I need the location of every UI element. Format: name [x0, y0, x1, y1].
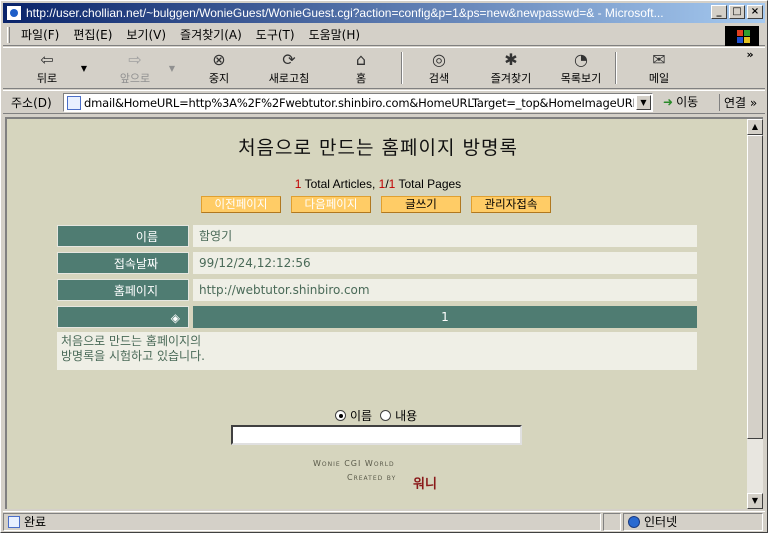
page-title: 처음으로 만드는 홈페이지 방명록: [238, 137, 518, 159]
admin-login-button[interactable]: 관리자접속: [471, 196, 551, 213]
scroll-down-icon[interactable]: ▼: [747, 493, 763, 509]
search-button[interactable]: ◎ 검색: [409, 50, 469, 88]
page-done-icon: [8, 515, 20, 528]
refresh-icon: ⟳: [282, 50, 296, 69]
menu-bar: 파일(F) 편집(E) 보기(V) 즐겨찾기(A) 도구(T) 도움말(H): [3, 24, 765, 46]
name-label: 이름: [57, 225, 189, 247]
forward-arrow-icon: ⇨: [128, 50, 142, 69]
search-by-name-radio[interactable]: [335, 410, 346, 421]
menu-file[interactable]: 파일(F): [14, 26, 66, 43]
entry-marker-icon: ◈: [57, 306, 189, 328]
address-bar: 주소(D) dmail&HomeURL=http%3A%2F%2Fwebtuto…: [3, 90, 765, 114]
vertical-scrollbar[interactable]: ▲ ▼: [747, 117, 763, 509]
guestbook-nav: 이전페이지 다음페이지 글쓰기 관리자접속: [201, 196, 551, 213]
toolbar-separator: [615, 52, 617, 84]
go-arrow-icon: ➜: [663, 94, 674, 109]
write-button[interactable]: 글쓰기: [381, 196, 461, 213]
mail-icon: ✉: [652, 50, 666, 69]
footer-created-by: Created by: [347, 473, 397, 482]
homepage-label: 홈페이지: [57, 279, 189, 301]
page-content: 처음으로 만드는 홈페이지 방명록 1 Total Articles, 1/1 …: [5, 117, 747, 509]
entry-homepage-row: 홈페이지 http://webtutor.shinbiro.com: [57, 279, 697, 301]
date-value: 99/12/24,12:12:56: [193, 252, 697, 274]
zone-text: 인터넷: [644, 515, 678, 529]
favorites-icon: ✱: [504, 50, 518, 69]
menu-help[interactable]: 도움말(H): [302, 26, 368, 43]
ie-icon: [6, 5, 22, 21]
footer-credit: Wonie CGI World: [313, 459, 395, 468]
status-cell: [603, 512, 621, 531]
stop-icon: ⊗: [212, 50, 226, 69]
favorites-button[interactable]: ✱ 즐겨찾기: [481, 50, 541, 88]
toolbar: ⇦ 뒤로 ▼ ⇨ 앞으로 ▼ ⊗ 중지 ⟳ 새로고침 ⌂ 홈 ◎ 검색 ✱ 즐겨…: [3, 47, 765, 89]
minimize-button[interactable]: _: [711, 5, 727, 19]
scroll-up-icon[interactable]: ▲: [747, 119, 763, 135]
menu-edit[interactable]: 편집(E): [66, 26, 119, 43]
address-url[interactable]: dmail&HomeURL=http%3A%2F%2Fwebtutor.shin…: [84, 96, 634, 110]
article-counts: 1 Total Articles, 1/1 Total Pages: [294, 177, 462, 191]
search-icon: ◎: [432, 50, 446, 69]
windows-logo-icon: [725, 26, 759, 46]
window-title: http://user.chollian.net/~bulggen/WonieG…: [26, 6, 664, 20]
date-label: 접속날짜: [57, 252, 189, 274]
address-dropdown-icon[interactable]: ▼: [636, 95, 651, 110]
menu-tools[interactable]: 도구(T): [249, 26, 302, 43]
footer-author: 워니: [413, 477, 437, 492]
homepage-link[interactable]: http://webtutor.shinbiro.com: [193, 279, 697, 301]
forward-button[interactable]: ⇨ 앞으로: [105, 50, 165, 88]
internet-globe-icon: [628, 515, 640, 528]
search-by-content-label[interactable]: 내용: [395, 407, 417, 424]
maximize-button[interactable]: □: [729, 5, 745, 19]
home-icon: ⌂: [355, 50, 367, 69]
status-text: 완료: [24, 515, 47, 529]
home-button[interactable]: ⌂ 홈: [331, 50, 391, 88]
page-icon: [67, 95, 81, 110]
entry-date-row: 접속날짜 99/12/24,12:12:56: [57, 252, 697, 274]
status-main: 완료: [3, 512, 601, 531]
address-label: 주소(D): [11, 95, 52, 110]
address-input[interactable]: dmail&HomeURL=http%3A%2F%2Fwebtutor.shin…: [63, 93, 653, 112]
refresh-button[interactable]: ⟳ 새로고침: [259, 50, 319, 88]
search-by-content-radio[interactable]: [380, 410, 392, 421]
toolbar-separator: [401, 52, 403, 84]
search-options: 이름 내용: [335, 407, 417, 424]
back-button[interactable]: ⇦ 뒤로: [17, 50, 77, 88]
links-chevron-icon: »: [749, 96, 758, 110]
menu-favorites[interactable]: 즐겨찾기(A): [173, 26, 249, 43]
scroll-thumb[interactable]: [747, 135, 763, 439]
menu-view[interactable]: 보기(V): [119, 26, 173, 43]
status-bar: 완료 인터넷: [3, 511, 765, 531]
next-page-button[interactable]: 다음페이지: [291, 196, 371, 213]
name-value: 함영기: [193, 225, 697, 247]
status-zone: 인터넷: [623, 512, 763, 531]
menu-grip: [7, 26, 10, 43]
entry-body-line: 방명록을 시험하고 있습니다.: [61, 349, 205, 363]
go-button[interactable]: ➜ 이동: [663, 93, 698, 110]
close-button[interactable]: ×: [747, 5, 763, 19]
entry-number-row: ◈ 1: [57, 306, 697, 328]
stop-button[interactable]: ⊗ 중지: [189, 50, 249, 88]
entry-body: 처음으로 만드는 홈페이지의 방명록을 시험하고 있습니다.: [57, 332, 697, 370]
entry-number: 1: [193, 306, 697, 328]
prev-page-button[interactable]: 이전페이지: [201, 196, 281, 213]
browser-window: http://user.chollian.net/~bulggen/WonieG…: [0, 0, 768, 533]
title-bar[interactable]: http://user.chollian.net/~bulggen/WonieG…: [3, 3, 765, 23]
mail-button[interactable]: ✉ 메일: [629, 50, 689, 88]
search-input[interactable]: [231, 425, 522, 445]
links-button[interactable]: 연결 »: [719, 94, 757, 111]
back-arrow-icon: ⇦: [40, 50, 54, 69]
history-button[interactable]: ◔ 목록보기: [551, 50, 611, 88]
toolbar-chevron-icon[interactable]: »: [743, 48, 757, 86]
history-icon: ◔: [574, 50, 588, 69]
entry-body-line: 처음으로 만드는 홈페이지의: [61, 334, 202, 348]
entry-name-row: 이름 함영기: [57, 225, 697, 247]
search-by-name-label[interactable]: 이름: [350, 407, 372, 424]
